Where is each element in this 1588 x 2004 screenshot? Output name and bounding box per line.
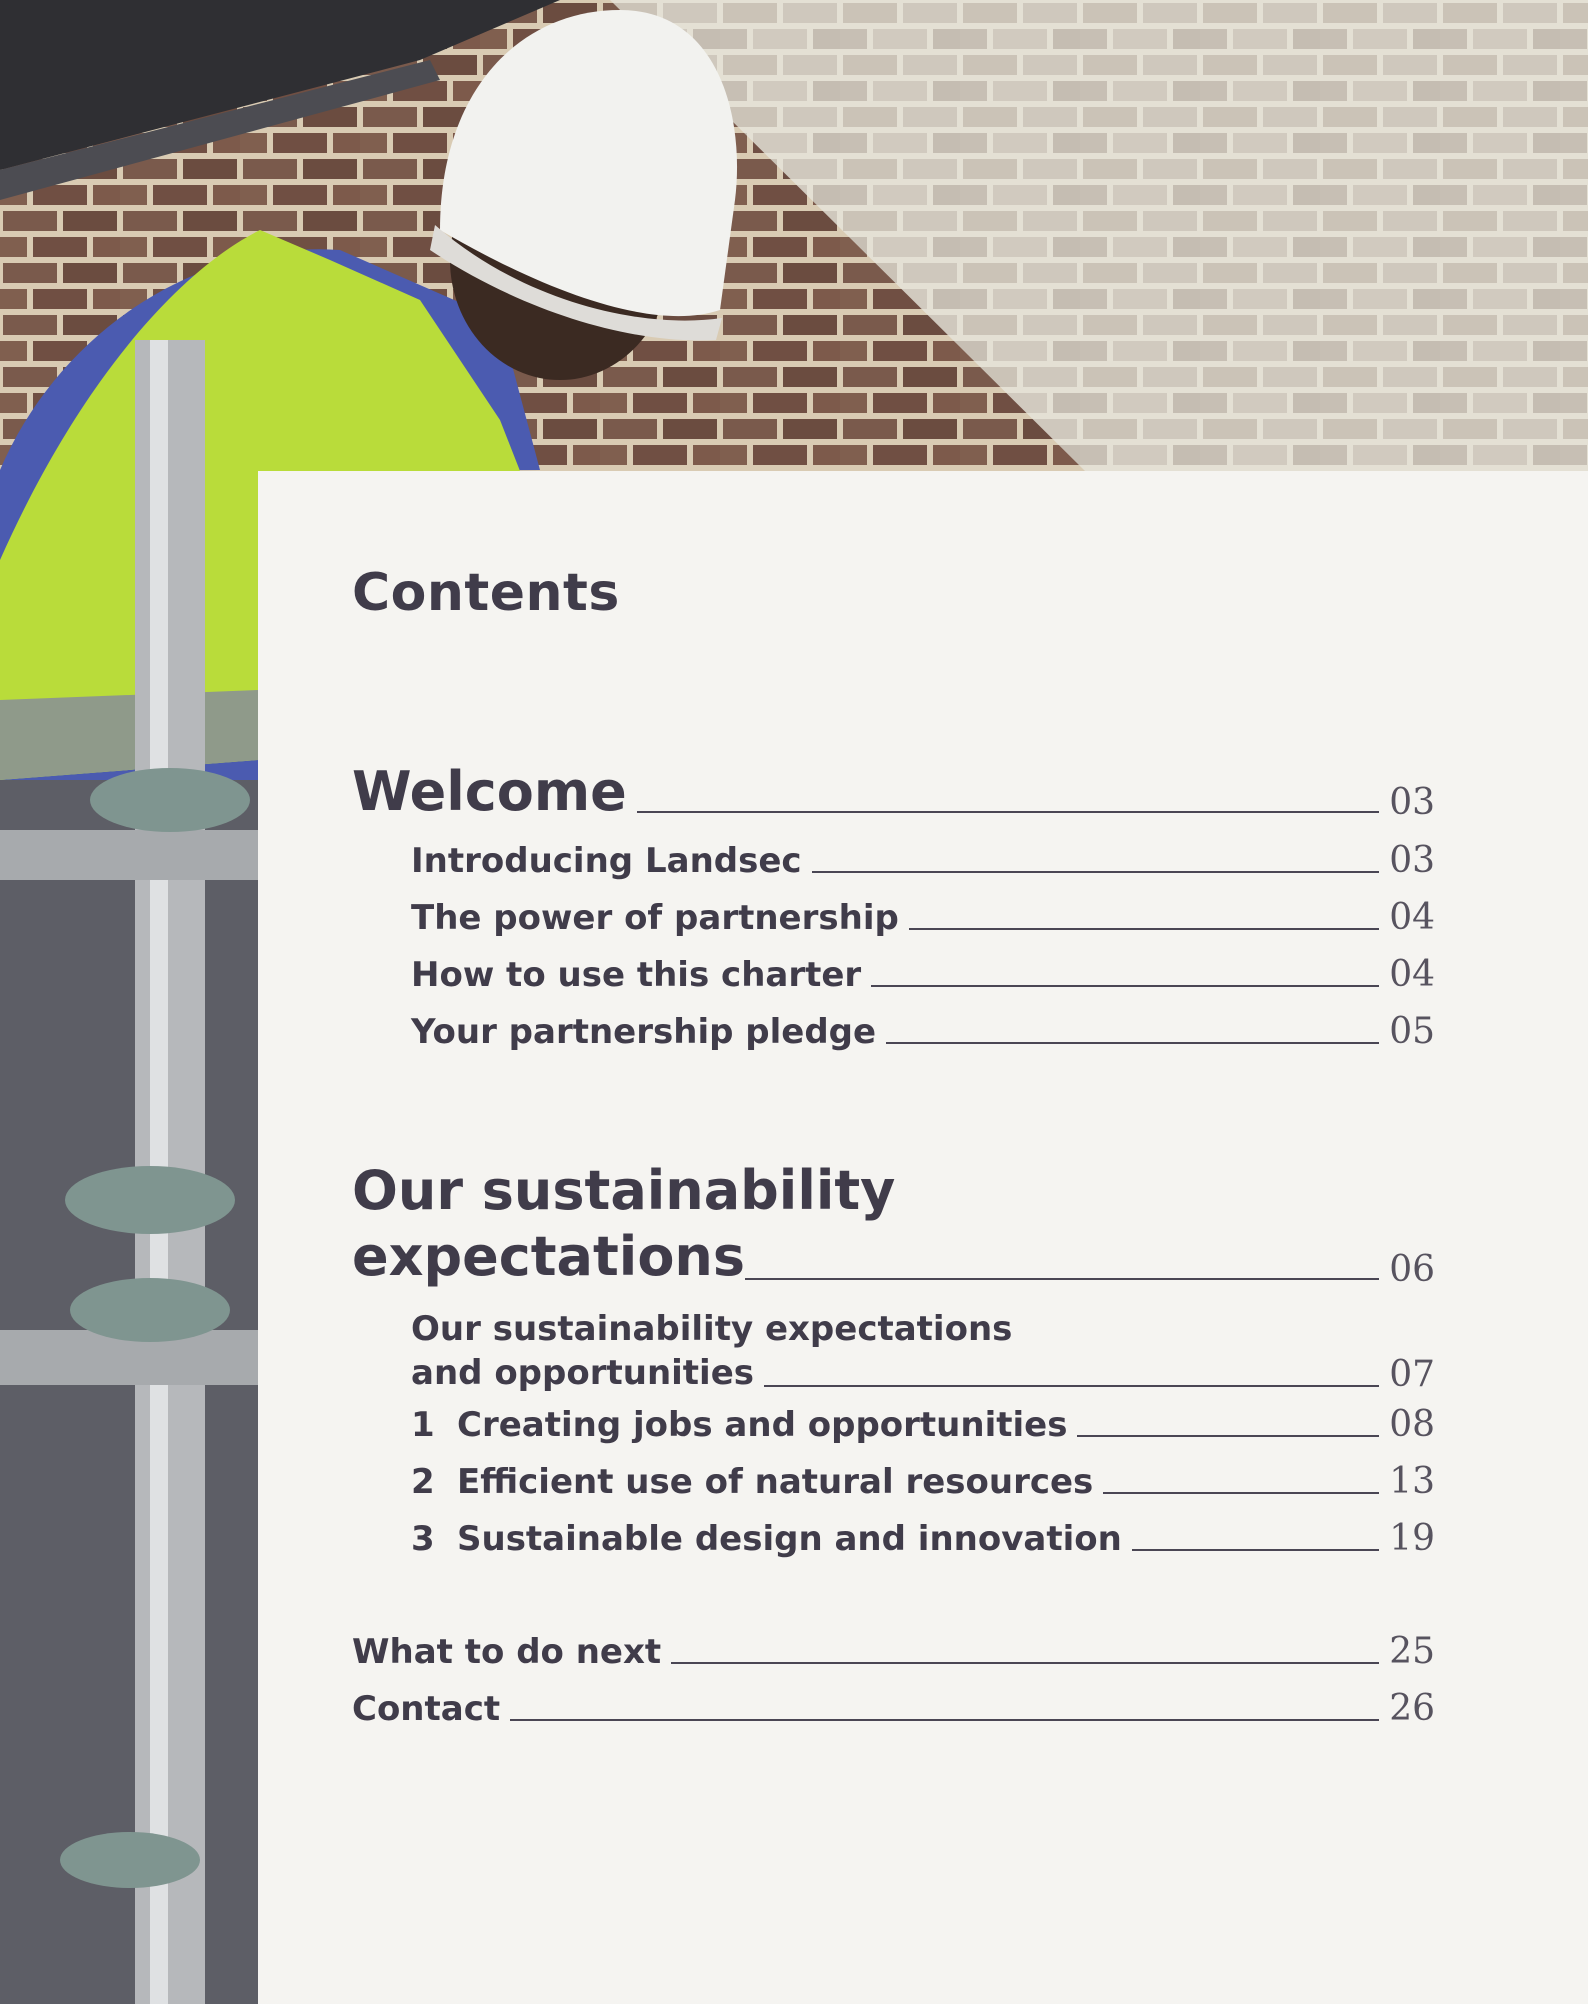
toc-entry-sustainability-expectations[interactable]: Our sustainability expectations 06: [352, 1158, 1435, 1290]
toc-entry-sustainable-design[interactable]: 3 Sustainable design and innovation 19: [411, 1518, 1435, 1559]
dotted-leader: [886, 1042, 1380, 1044]
toc-entry-number: 2: [411, 1462, 435, 1502]
toc-entry-power-of-partnership[interactable]: The power of partnership 04: [411, 897, 1435, 938]
toc-entry-label-line2: and opportunities: [411, 1353, 755, 1393]
toc-entry-label: 2 Efficient use of natural resources: [411, 1462, 1093, 1502]
toc-entry-number: 1: [411, 1405, 435, 1445]
toc-entry-text: Efficient use of natural resources: [457, 1462, 1094, 1502]
dotted-leader: [811, 871, 1380, 873]
toc-entry-label-line2: expectations: [352, 1225, 746, 1288]
toc-entry-what-to-do-next[interactable]: What to do next 25: [352, 1631, 1435, 1672]
toc-page-number: 25: [1389, 1631, 1435, 1672]
dotted-leader: [908, 928, 1380, 930]
toc-entry-how-to-use[interactable]: How to use this charter 04: [411, 954, 1435, 995]
toc-entry-welcome[interactable]: Welcome 03: [352, 760, 1435, 823]
toc-page-number: 08: [1389, 1404, 1435, 1445]
toc-page-number: 19: [1389, 1518, 1435, 1559]
toc-page-number: 03: [1389, 782, 1435, 823]
toc-entry-contact[interactable]: Contact 26: [352, 1688, 1435, 1729]
toc-page-number: 13: [1389, 1461, 1435, 1502]
toc-entry-label: Your partnership pledge: [411, 1012, 877, 1052]
toc-page-number: 07: [1389, 1354, 1435, 1395]
toc-entry-label: 1 Creating jobs and opportunities: [411, 1405, 1067, 1445]
dotted-leader: [1077, 1435, 1380, 1437]
dotted-leader: [510, 1719, 1380, 1721]
toc-entry-label: 3 Sustainable design and innovation: [411, 1519, 1122, 1559]
toc-entry-expectations-opportunities[interactable]: Our sustainability expectations and oppo…: [411, 1307, 1435, 1395]
toc-entry-partnership-pledge[interactable]: Your partnership pledge 05: [411, 1011, 1435, 1052]
toc-page-number: 05: [1389, 1011, 1435, 1052]
toc-entry-text: Sustainable design and innovation: [457, 1519, 1122, 1559]
toc-entry-label: What to do next: [352, 1632, 662, 1672]
toc-entry-label: Contact: [352, 1689, 501, 1729]
dotted-leader: [1103, 1492, 1380, 1494]
toc-entry-natural-resources[interactable]: 2 Efficient use of natural resources 13: [411, 1461, 1435, 1502]
toc-entry-label: How to use this charter: [411, 955, 862, 995]
toc-page-number: 04: [1389, 897, 1435, 938]
contents-page: Contents Welcome 03 Introducing Landsec …: [0, 0, 1588, 2004]
dotted-leader: [671, 1662, 1380, 1664]
dotted-leader: [764, 1385, 1380, 1387]
dotted-leader: [636, 811, 1380, 813]
toc-page-number: 26: [1389, 1688, 1435, 1729]
toc-entry-creating-jobs[interactable]: 1 Creating jobs and opportunities 08: [411, 1404, 1435, 1445]
toc-page-number: 04: [1389, 954, 1435, 995]
dotted-leader: [745, 1278, 1380, 1280]
toc-entry-label: Introducing Landsec: [411, 841, 802, 881]
toc-entry-number: 3: [411, 1519, 435, 1559]
toc-entry-introducing-landsec[interactable]: Introducing Landsec 03: [411, 840, 1435, 881]
toc-entry-label: Welcome: [352, 760, 627, 823]
dotted-leader: [871, 985, 1380, 987]
toc-page-number: 03: [1389, 840, 1435, 881]
toc-entry-label-line1: Our sustainability expectations: [411, 1309, 1013, 1349]
toc-entry-label-line1: Our sustainability: [352, 1159, 896, 1222]
page-title: Contents: [352, 563, 620, 623]
toc-entry-text: Creating jobs and opportunities: [457, 1405, 1068, 1445]
toc-entry-label: The power of partnership: [411, 898, 899, 938]
dotted-leader: [1131, 1549, 1380, 1551]
toc-page-number: 06: [1389, 1249, 1435, 1290]
